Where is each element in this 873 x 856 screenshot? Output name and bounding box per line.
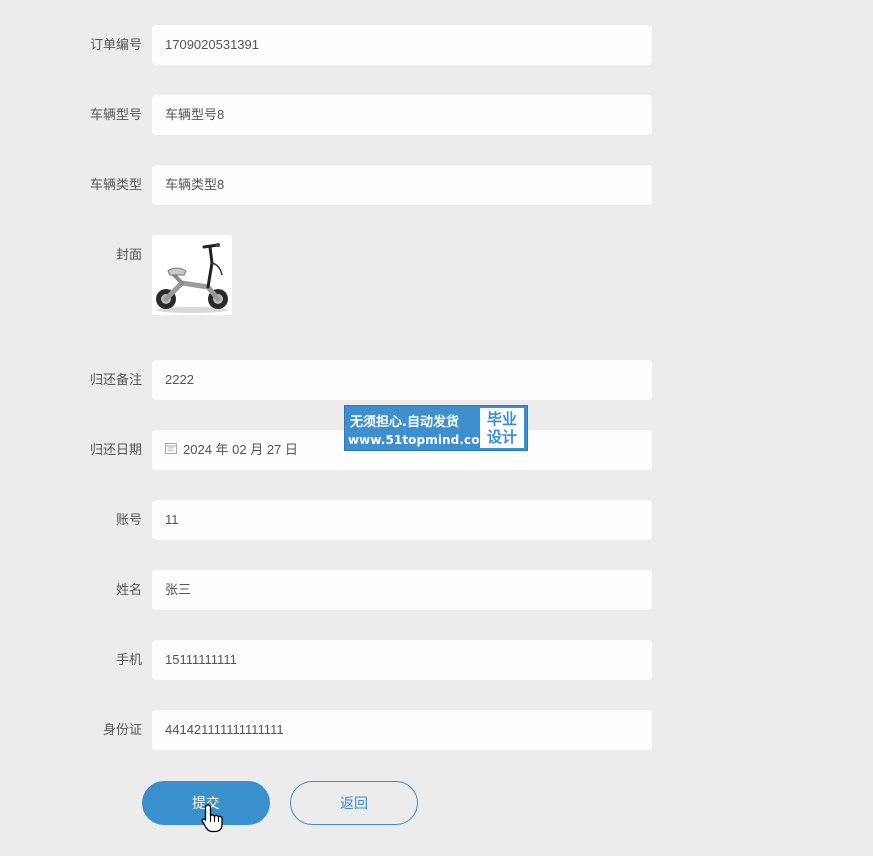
watermark-badge: 无须担心.自动发货 www.51topmind.com 毕业设计	[344, 405, 528, 451]
watermark-side: 毕业设计	[480, 408, 524, 448]
return-note-row: 归还备注 2222	[0, 360, 660, 400]
id-card-field[interactable]: 441421111111111111	[152, 710, 652, 750]
name-label: 姓名	[115, 582, 142, 597]
name-field[interactable]: 张三	[152, 570, 652, 610]
cover-image[interactable]	[152, 235, 232, 315]
return-note-label: 归还备注	[89, 372, 142, 387]
account-row: 账号 11	[0, 500, 660, 540]
submit-button[interactable]: 提交	[142, 781, 270, 825]
order-number-label: 订单编号	[89, 37, 142, 52]
id-card-label: 身份证	[102, 722, 142, 737]
account-field[interactable]: 11	[152, 500, 652, 540]
phone-row: 手机 15111111111	[0, 640, 660, 680]
cover-label: 封面	[115, 247, 142, 262]
return-date-label: 归还日期	[89, 442, 142, 457]
order-return-form: 订单编号 1709020531391 车辆型号 车辆型号8 车辆类型 车辆类型8…	[0, 0, 873, 856]
calendar-icon	[165, 430, 177, 470]
watermark-line1: 无须担心.自动发货	[350, 415, 459, 430]
order-number-field[interactable]: 1709020531391	[152, 25, 652, 65]
account-label: 账号	[115, 512, 142, 527]
id-card-row: 身份证 441421111111111111	[0, 710, 660, 750]
vehicle-model-field[interactable]: 车辆型号8	[152, 95, 652, 135]
return-note-field[interactable]: 2222	[152, 360, 652, 400]
name-row: 姓名 张三	[0, 570, 660, 610]
vehicle-type-label: 车辆类型	[89, 177, 142, 192]
electric-scooter-image	[152, 235, 232, 315]
return-date-row: 归还日期 2024 年 02 月 27 日	[0, 430, 660, 470]
return-date-value: 2024 年 02 月 27 日	[183, 442, 298, 457]
vehicle-model-label: 车辆型号	[89, 107, 142, 122]
vehicle-type-row: 车辆类型 车辆类型8	[0, 165, 660, 205]
vehicle-model-row: 车辆型号 车辆型号8	[0, 95, 660, 135]
vehicle-type-field[interactable]: 车辆类型8	[152, 165, 652, 205]
back-button[interactable]: 返回	[290, 781, 418, 825]
watermark-line2: www.51topmind.com	[348, 433, 493, 447]
phone-field[interactable]: 15111111111	[152, 640, 652, 680]
phone-label: 手机	[115, 652, 142, 667]
order-number-row: 订单编号 1709020531391	[0, 25, 660, 65]
